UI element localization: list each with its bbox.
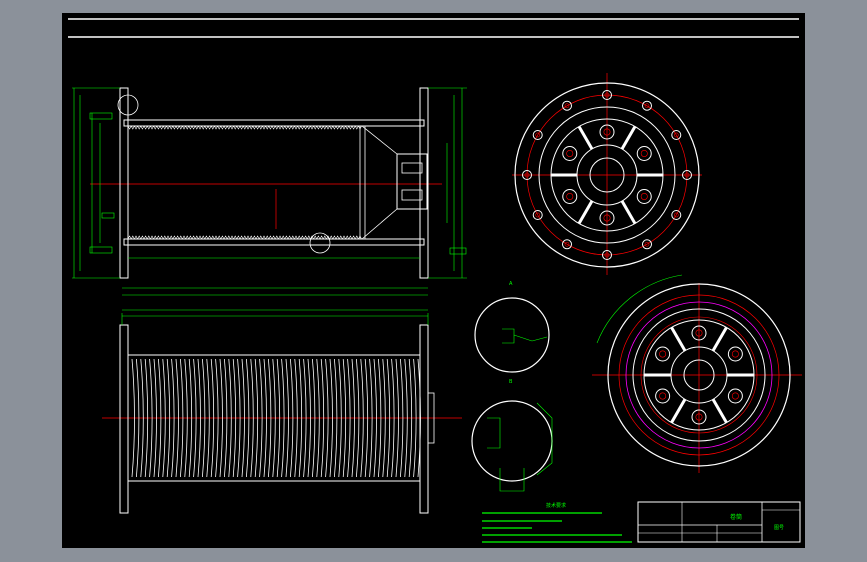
lightening-hole-center <box>566 150 574 157</box>
drum-end-view-flange <box>512 73 702 275</box>
section-a-label: A <box>509 281 513 287</box>
lightening-hole <box>562 189 578 204</box>
lightening-hole <box>562 146 578 161</box>
drum-end-view-hub <box>592 274 802 473</box>
hub-spoke <box>577 200 594 225</box>
tech-requirements-heading: 技术要求 <box>546 502 566 509</box>
hub-spoke <box>670 326 687 352</box>
lightening-hole <box>636 189 652 204</box>
hub-spoke <box>711 326 728 352</box>
title-block: 卷筒 图号 <box>637 501 801 543</box>
lightening-hole-center <box>659 350 667 358</box>
title-block-sheet-label: 图号 <box>774 525 784 531</box>
lightening-hole <box>727 346 743 362</box>
lightening-hole-center <box>640 193 648 200</box>
lightening-hole-center <box>659 392 667 400</box>
hub-spoke <box>711 398 728 424</box>
section-b-label: B <box>509 379 513 385</box>
detail-view-b <box>471 400 553 492</box>
hub-spoke <box>620 200 637 225</box>
detail-view-a <box>474 297 550 373</box>
hub-spoke <box>620 125 637 150</box>
lightening-hole <box>655 346 671 362</box>
drawing-sheet[interactable]: A B 技术要求 卷筒 图号 <box>62 13 805 548</box>
hub-spoke <box>670 398 687 424</box>
lightening-hole-center <box>640 150 648 157</box>
sheet-border <box>68 18 799 38</box>
lightening-hole-center <box>566 193 574 200</box>
drum-section-view <box>72 87 467 311</box>
lightening-hole-center <box>731 392 739 400</box>
lightening-hole <box>636 146 652 161</box>
drum-exterior-view <box>102 313 462 514</box>
lightening-hole <box>655 388 671 404</box>
cad-canvas[interactable]: A B 技术要求 卷筒 图号 <box>62 13 805 548</box>
hub-spoke <box>577 125 594 150</box>
technical-notes: 技术要求 <box>482 502 632 543</box>
lightening-hole <box>727 388 743 404</box>
title-block-title: 卷筒 <box>730 513 742 521</box>
lightening-hole-center <box>731 350 739 358</box>
drawing-viewport: A B 技术要求 卷筒 图号 <box>0 0 867 562</box>
